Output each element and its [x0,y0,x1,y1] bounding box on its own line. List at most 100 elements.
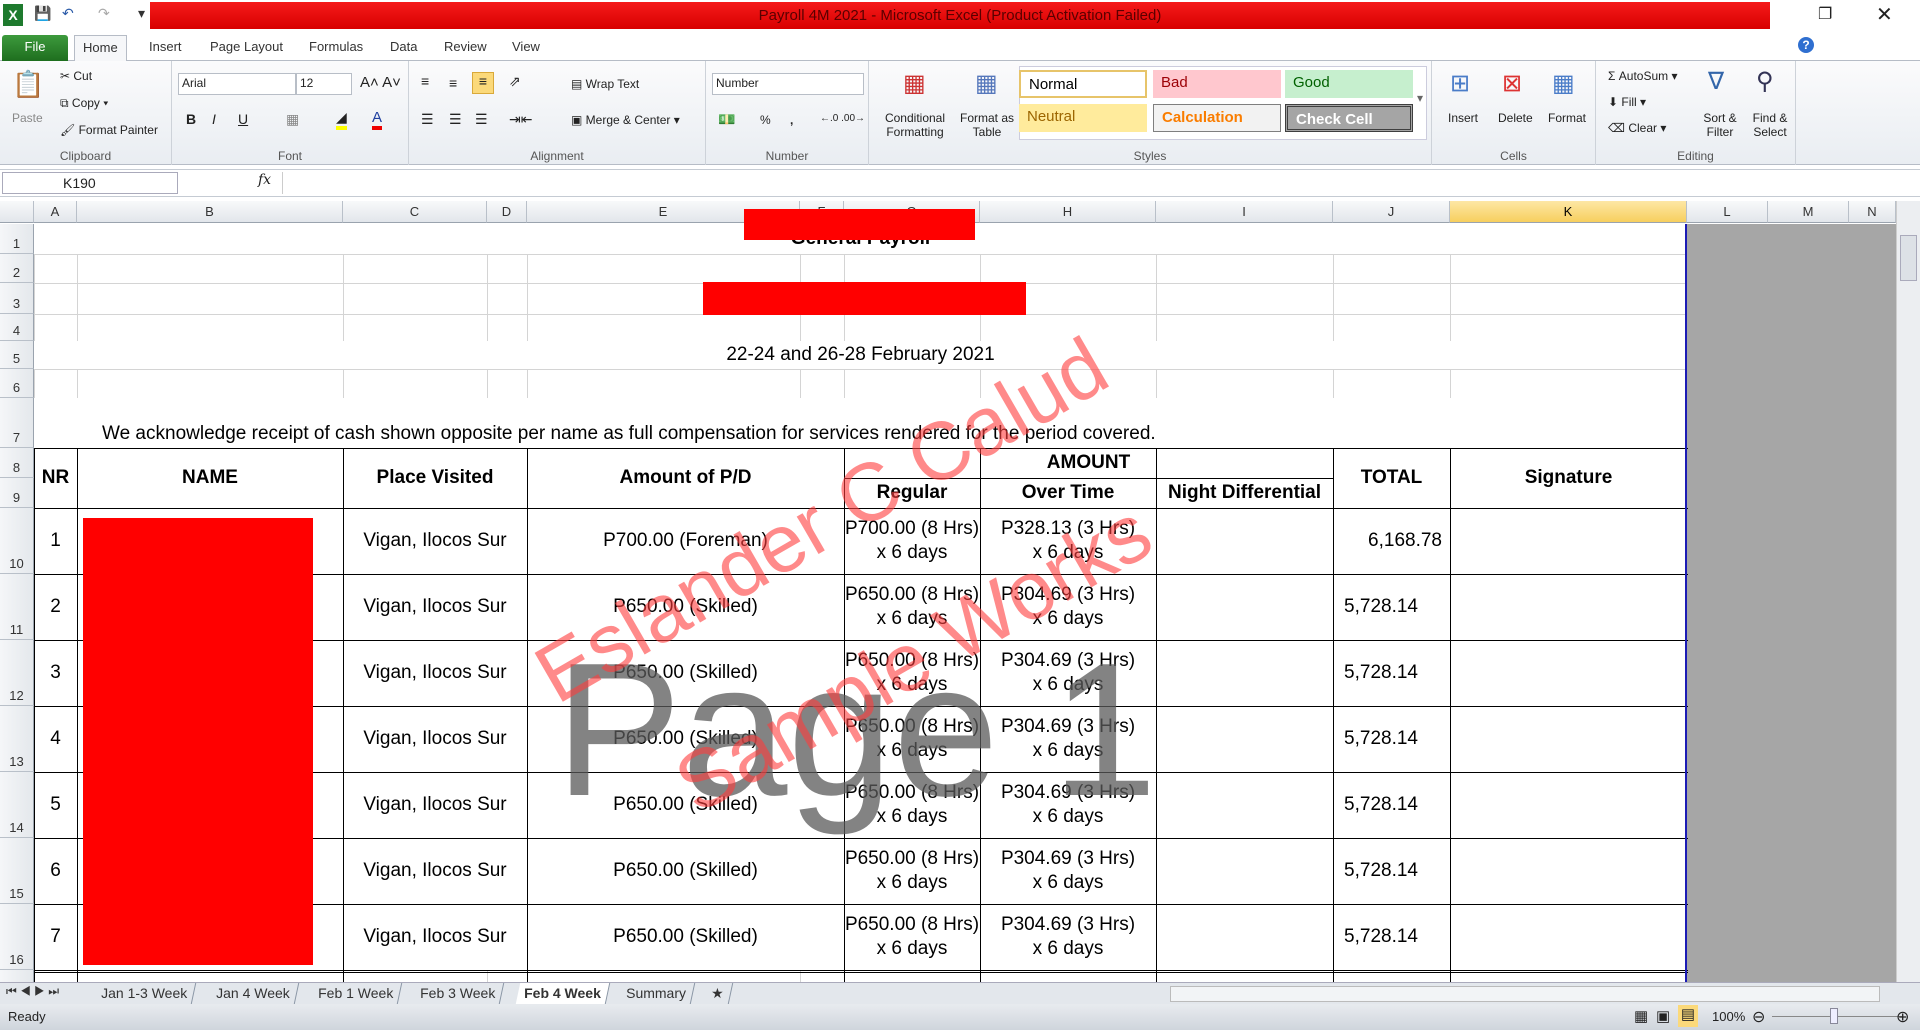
view-normal-icon[interactable]: ▦ [1634,1007,1648,1025]
formula-input[interactable] [282,172,1900,194]
column-header-L[interactable]: L [1687,201,1768,223]
format-as-table-button[interactable]: Format as Table [955,111,1019,139]
number-format-select[interactable]: Number [712,73,864,95]
horizontal-scrollbar[interactable] [1170,986,1880,1002]
row-header-6[interactable]: 6 [0,369,34,398]
sheet-tab[interactable]: Jan 4 Week [207,983,299,1004]
column-header-H[interactable]: H [980,201,1156,223]
row-header-8[interactable]: 8 [0,448,34,478]
insert-sheet-icon[interactable]: ★ [702,983,733,1004]
redo-icon[interactable]: ↷ [98,5,110,22]
underline-button[interactable]: U [238,111,248,127]
accounting-format-icon[interactable]: 💵 [718,111,735,128]
worksheet-grid[interactable]: ABCDEFGHIJKLMN12345678910111213141516Gen… [0,201,1896,982]
format-painter-button[interactable]: 🖌 Format Painter [60,123,158,137]
style-calculation[interactable]: Calculation [1153,104,1281,132]
sheet-tab[interactable]: Feb 1 Week [309,983,403,1004]
conditional-formatting-button[interactable]: Conditional Formatting [879,111,951,139]
tab-data[interactable]: Data [382,35,425,61]
column-header-K[interactable]: K [1450,201,1687,223]
sheet-tab[interactable]: Jan 1-3 Week [92,983,197,1004]
column-header-J[interactable]: J [1333,201,1450,223]
styles-more-icon[interactable]: ▾ [1417,91,1423,105]
sheet-tab[interactable]: Feb 4 Week [515,983,611,1004]
font-color-icon[interactable]: A [372,109,383,130]
insert-button[interactable]: Insert [1448,111,1478,125]
format-button[interactable]: Format [1548,111,1586,125]
borders-icon[interactable]: ▦ [286,111,299,128]
align-center-icon[interactable]: ☰ [449,111,462,128]
row-header-16[interactable]: 16 [0,904,34,970]
fill-color-icon[interactable]: ◢ [336,109,347,130]
style-normal[interactable]: Normal [1019,70,1147,98]
tab-review[interactable]: Review [436,35,495,61]
style-check-cell[interactable]: Check Cell [1285,104,1413,132]
tab-insert[interactable]: Insert [141,35,190,61]
save-icon[interactable]: 💾 [34,5,51,22]
align-bottom-icon[interactable]: ≡ [472,72,494,94]
align-top-icon[interactable]: ≡ [421,73,429,89]
tab-file[interactable]: File [2,35,68,61]
column-header-I[interactable]: I [1156,201,1333,223]
find-select-button[interactable]: Find & Select [1746,111,1794,139]
zoom-slider-thumb[interactable] [1830,1008,1838,1024]
column-header-M[interactable]: M [1768,201,1849,223]
align-middle-icon[interactable]: ≡ [449,75,457,91]
row-header-3[interactable]: 3 [0,283,34,314]
row-header-5[interactable]: 5 [0,341,34,369]
row-header-14[interactable]: 14 [0,772,34,838]
copy-button[interactable]: ⧉ Copy ▾ [60,96,108,111]
sort-filter-button[interactable]: Sort & Filter [1698,111,1742,139]
comma-button[interactable]: , [790,113,793,127]
zoom-level[interactable]: 100% [1712,1009,1745,1024]
restore-window-icon[interactable]: ❐ [1818,4,1832,24]
view-page-layout-icon[interactable]: ▣ [1656,1007,1670,1025]
row-header-2[interactable]: 2 [0,254,34,283]
vertical-scrollbar[interactable] [1896,201,1920,982]
cut-button[interactable]: ✂ Cut [60,69,92,83]
row-header-15[interactable]: 15 [0,838,34,904]
insert-function-icon[interactable]: fx [258,172,271,188]
view-page-break-icon[interactable]: ▤ [1678,1005,1698,1027]
column-header-C[interactable]: C [343,201,487,223]
column-header-N[interactable]: N [1849,201,1896,223]
help-icon[interactable]: ? [1798,37,1814,53]
italic-button[interactable]: I [212,111,216,127]
align-left-icon[interactable]: ☰ [421,111,434,128]
bold-button[interactable]: B [186,111,196,127]
clear-button[interactable]: ⌫ Clear ▾ [1608,121,1666,135]
sheet-tab[interactable]: Feb 3 Week [411,983,505,1004]
select-all-corner[interactable] [0,201,34,223]
align-right-icon[interactable]: ☰ [475,111,488,128]
sheet-tab[interactable]: Summary [617,983,696,1004]
zoom-out-icon[interactable]: ⊖ [1752,1007,1765,1027]
percent-button[interactable]: % [760,113,771,127]
row-header-7[interactable]: 7 [0,398,34,448]
column-header-D[interactable]: D [487,201,527,223]
wrap-text-button[interactable]: ▤ Wrap Text [571,77,639,91]
row-header-10[interactable]: 10 [0,508,34,574]
row-header-1[interactable]: 1 [0,224,34,254]
zoom-in-icon[interactable]: ⊕ [1896,1007,1909,1027]
undo-icon[interactable]: ↶ [62,5,74,22]
row-header-17[interactable] [0,970,34,982]
style-bad[interactable]: Bad [1153,70,1281,98]
row-header-4[interactable]: 4 [0,314,34,341]
fill-button[interactable]: ⬇ Fill ▾ [1608,95,1646,109]
row-header-11[interactable]: 11 [0,574,34,640]
paste-button[interactable]: Paste [12,111,43,125]
merge-center-button[interactable]: ▣ Merge & Center ▾ [571,113,680,127]
tab-formulas[interactable]: Formulas [301,35,371,61]
sheet-nav-arrows-icon[interactable]: ⏮ ◀ ▶ ⏭ [6,984,59,999]
indent-icon[interactable]: ⇥⇤ [509,111,532,128]
tab-view[interactable]: View [504,35,548,61]
tab-home[interactable]: Home [74,35,127,61]
grow-font-icon[interactable]: A˄ A˅ [360,74,401,91]
scroll-thumb[interactable] [1900,235,1917,281]
orientation-icon[interactable]: ⇗ [509,73,521,90]
tab-page-layout[interactable]: Page Layout [202,35,291,61]
row-header-12[interactable]: 12 [0,640,34,706]
name-box[interactable]: K190 [2,172,178,194]
font-size-select[interactable]: 12 [296,73,352,95]
decimal-icon[interactable]: ←.0 .00→ [820,113,865,124]
